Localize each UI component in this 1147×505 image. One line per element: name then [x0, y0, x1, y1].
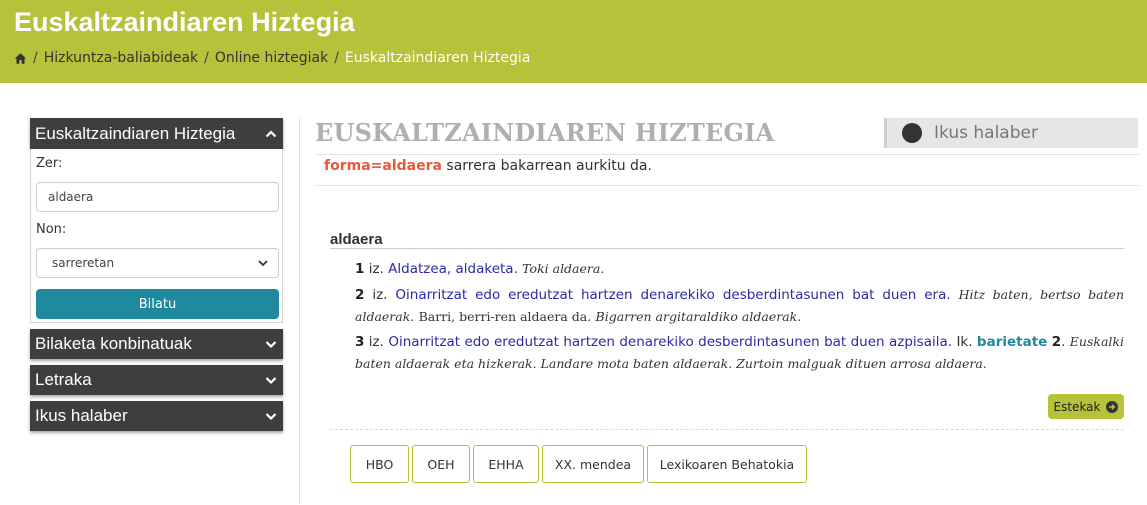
dict-link-ehha[interactable]: EHHA [473, 445, 539, 483]
breadcrumb-current: Euskaltzaindiaren Hiztegia [344, 50, 531, 66]
breadcrumb-item-resources[interactable]: Hizkuntza-baliabideak [44, 50, 198, 66]
where-select[interactable]: sarreretan [36, 248, 279, 278]
panel-see-also-title: Ikus halaber [35, 406, 128, 425]
arrow-circle-right-icon [1106, 400, 1119, 413]
breadcrumb-separator: / [33, 50, 38, 66]
cross-reference-link[interactable]: barietate [977, 334, 1047, 350]
sense-1: 1 iz. Aldatzea, aldaketa. Toki aldaera. [355, 258, 1124, 280]
sense-pos: iz. [368, 261, 384, 277]
sense-examples: Bigarren argitaraldiko aldaerak. [595, 309, 802, 324]
entry-headword: aldaera [330, 231, 383, 248]
chevron-up-icon [265, 129, 277, 137]
result-message: sarrera bakarrean aurkitu da. [446, 158, 652, 174]
what-label: Zer: [36, 156, 63, 171]
see-also-label: Ikus halaber [934, 123, 1038, 143]
panel-combined-search-title: Bilaketa konbinatuak [35, 334, 192, 353]
sources-label: Estekak [1053, 399, 1101, 414]
search-button[interactable]: Bilatu [36, 289, 279, 319]
see-also-toggle[interactable]: Ikus halaber [884, 118, 1138, 148]
circle-icon [902, 123, 922, 143]
chevron-down-icon [265, 377, 277, 385]
breadcrumb-item-online-dictionaries[interactable]: Online hiztegiak [215, 50, 328, 66]
search-panel-body: Zer: Non: sarreretan Bilatu [30, 149, 283, 323]
sense-examples: Toki aldaera. [522, 261, 605, 276]
dict-link-lexikoaren-behatokia[interactable]: Lexikoaren Behatokia [647, 445, 807, 483]
result-query: forma=aldaera [324, 158, 442, 174]
dict-link-hbo[interactable]: HBO [350, 445, 409, 483]
sense-definition: Aldatzea, aldaketa. [388, 261, 518, 277]
dict-link-oeh[interactable]: OEH [412, 445, 470, 483]
cross-reference-number: 2 [1051, 334, 1062, 350]
search-panel-header[interactable]: Euskaltzaindiaren Hiztegia [30, 118, 283, 149]
panel-letters-title: Letraka [35, 370, 92, 389]
sense-3: 3 iz. Oinarritzat edo eredutzat hartzen … [355, 334, 1124, 371]
breadcrumb: / Hizkuntza-baliabideak / Online hiztegi… [14, 50, 530, 66]
column-divider [299, 118, 300, 504]
search-panel-title: Euskaltzaindiaren Hiztegia [35, 123, 236, 143]
panel-letters[interactable]: Letraka [30, 365, 283, 395]
sense-number: 3 [355, 334, 365, 350]
sense-note: Barri, berri-ren aldaera da. [418, 309, 592, 324]
panel-combined-search[interactable]: Bilaketa konbinatuak [30, 329, 283, 359]
sources-button[interactable]: Estekak [1048, 394, 1124, 419]
sense-number: 2 [355, 287, 365, 303]
breadcrumb-separator: / [204, 50, 209, 66]
chevron-down-icon [265, 413, 277, 421]
search-input[interactable] [36, 182, 279, 212]
entry-rule [330, 248, 1124, 249]
sense-see: Ik. [956, 334, 973, 350]
sense-pos: iz. [372, 287, 388, 303]
sense-definition: Oinarritzat edo eredutzat hartzen denare… [395, 287, 951, 303]
chevron-down-icon [265, 341, 277, 349]
where-label: Non: [36, 222, 67, 237]
site-title[interactable]: Euskaltzaindiaren Hiztegia [14, 7, 355, 38]
where-select-value: sarreretan [52, 256, 115, 270]
home-icon[interactable] [14, 52, 27, 65]
panel-see-also[interactable]: Ikus halaber [30, 401, 283, 431]
sense-pos: iz. [368, 334, 384, 350]
dict-link-xx-mendea[interactable]: XX. mendea [542, 445, 644, 483]
sense-number: 1 [355, 261, 365, 277]
sense-2: 2 iz. Oinarritzat edo eredutzat hartzen … [355, 284, 1124, 328]
sidebar: Euskaltzaindiaren Hiztegia Zer: Non: sar… [30, 118, 283, 431]
site-header: Euskaltzaindiaren Hiztegia / Hizkuntza-b… [0, 0, 1147, 83]
divider [315, 154, 1140, 155]
breadcrumb-separator: / [334, 50, 339, 66]
result-summary: forma=aldaera sarrera bakarrean aurkitu … [324, 158, 652, 174]
dashed-divider [330, 429, 1124, 430]
chevron-down-icon [258, 260, 268, 267]
sense-definition: Oinarritzat edo eredutzat hartzen denare… [388, 334, 953, 350]
divider [315, 185, 1140, 186]
dictionary-links: HBO OEH EHHA XX. mendea Lexikoaren Behat… [350, 445, 810, 483]
page-title: EUSKALTZAINDIAREN HIZTEGIA [315, 118, 775, 147]
